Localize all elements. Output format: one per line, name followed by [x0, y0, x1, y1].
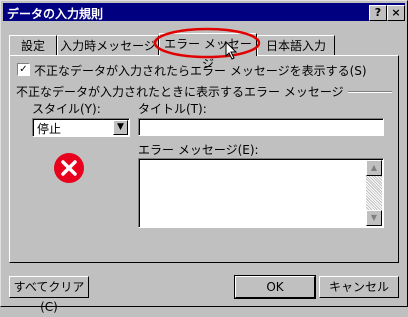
cancel-button[interactable]: キャンセル [319, 276, 399, 298]
tab-settings[interactable]: 設定 [9, 35, 57, 56]
window-title: データの入力規則 [7, 7, 104, 21]
highlight-ellipse [153, 27, 261, 59]
clear-all-button[interactable]: すべてクリア(C) [9, 276, 89, 314]
title-label: タイトル(T): [138, 102, 207, 116]
style-select-value: 停止 [37, 122, 62, 136]
style-select[interactable]: 停止 ▼ [32, 118, 130, 137]
message-textarea[interactable]: ▲ ▼ [138, 158, 384, 228]
scroll-up-icon[interactable]: ▲ [366, 160, 382, 176]
tab-panel: ✓ 不正なデータが入力されたらエラー メッセージを表示する(S) 不正なデータが… [9, 55, 399, 263]
help-button[interactable]: ? [369, 5, 387, 21]
mouse-cursor-icon [225, 41, 238, 60]
close-button[interactable]: × [387, 5, 405, 21]
error-stop-icon [53, 152, 85, 184]
title-bar: データの入力規則 ? × [3, 3, 405, 21]
group-label: 不正なデータが入力されたときに表示するエラー メッセージ [16, 83, 348, 100]
chevron-down-icon[interactable]: ▼ [113, 120, 128, 135]
scroll-down-icon[interactable]: ▼ [366, 210, 382, 226]
tab-input-message[interactable]: 入力時メッセージ [57, 35, 159, 56]
show-error-checkbox[interactable]: ✓ [17, 63, 30, 76]
style-label: スタイル(Y): [32, 102, 101, 116]
title-input[interactable] [138, 118, 384, 136]
message-scrollbar[interactable]: ▲ ▼ [366, 160, 382, 226]
message-label: エラー メッセージ(E): [138, 143, 259, 157]
ok-button[interactable]: OK [234, 275, 316, 299]
data-validation-dialog: データの入力規則 ? × 設定 入力時メッセージ エラー メッセージ 日本語入力… [0, 0, 408, 314]
